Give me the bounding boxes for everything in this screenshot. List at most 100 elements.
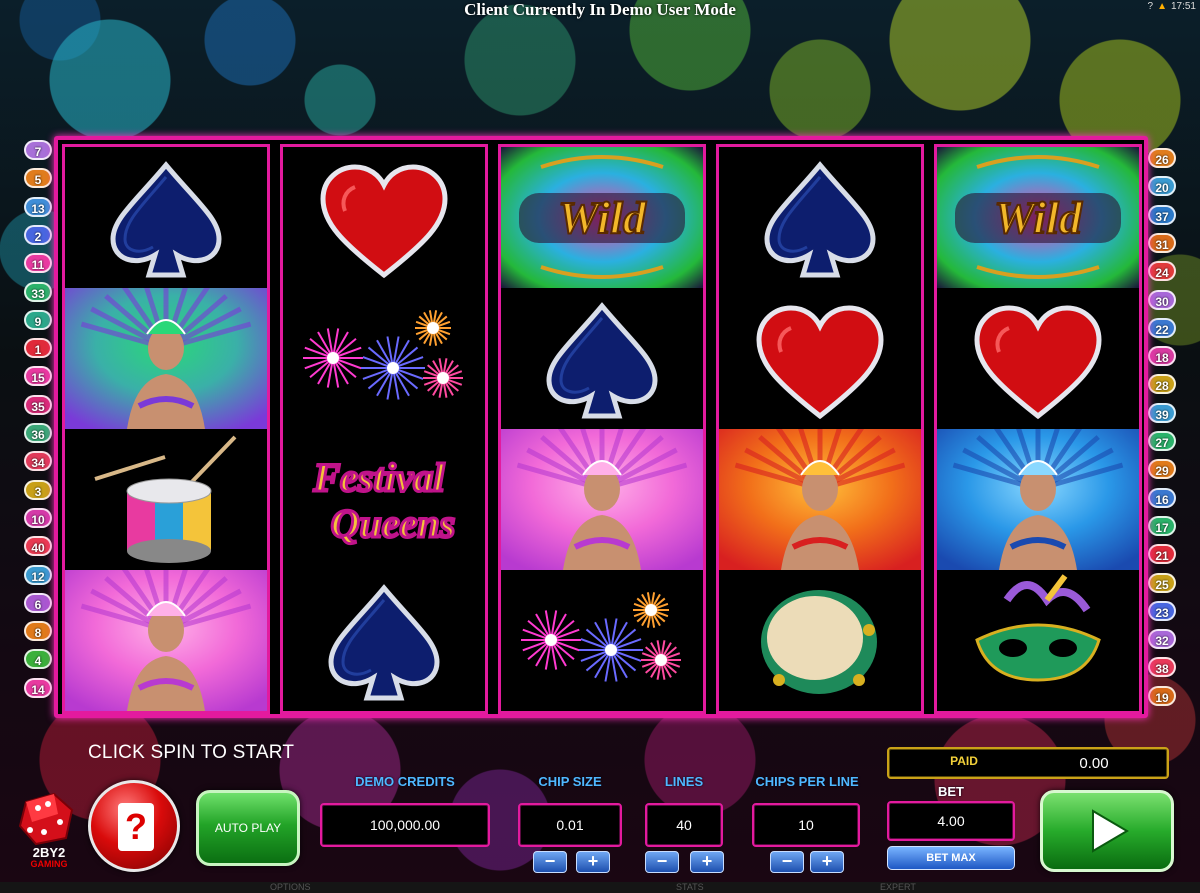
queen-blue-icon <box>937 429 1139 570</box>
payline-marker-17[interactable]: 17 <box>1148 515 1176 536</box>
chip-size-display: 0.01 <box>518 803 622 847</box>
fireworks-icon <box>283 288 485 429</box>
symbol-heart <box>719 288 921 429</box>
right-payline-column: 26 20 37 31 24 30 22 18 28 39 27 29 16 17 21 25 23 32 38 19 <box>1148 148 1178 718</box>
payline-marker-35[interactable]: 35 <box>24 394 52 415</box>
symbol-queen-orange <box>719 429 921 570</box>
payline-marker-18[interactable]: 18 <box>1148 346 1176 367</box>
bet-value: 4.00 <box>937 813 965 829</box>
symbol-queen-pink <box>65 570 267 711</box>
payline-marker-20[interactable]: 20 <box>1148 176 1176 197</box>
payline-marker-21[interactable]: 21 <box>1148 544 1176 565</box>
queen-green-icon <box>65 288 267 429</box>
symbol-queen-pink <box>501 429 703 570</box>
payline-marker-15[interactable]: 15 <box>24 366 52 387</box>
payline-marker-30[interactable]: 30 <box>1148 289 1176 310</box>
brand-logo: 2BY2 GAMING <box>14 792 84 872</box>
play-icon <box>1092 809 1129 853</box>
payline-marker-33[interactable]: 33 <box>24 281 52 302</box>
payline-marker-1[interactable]: 1 <box>24 338 52 359</box>
symbol-wild: Wild <box>501 147 703 288</box>
payline-marker-10[interactable]: 10 <box>24 507 52 528</box>
symbol-mask <box>937 570 1139 711</box>
tambourine-icon <box>719 570 921 711</box>
payline-marker-25[interactable]: 25 <box>1148 572 1176 593</box>
symbol-drum <box>65 429 267 570</box>
payline-marker-34[interactable]: 34 <box>24 451 52 472</box>
payline-marker-31[interactable]: 31 <box>1148 232 1176 253</box>
chips-per-line-display: 10 <box>752 803 860 847</box>
payline-marker-29[interactable]: 29 <box>1148 459 1176 480</box>
lines-minus-button[interactable]: − <box>645 851 679 873</box>
payline-marker-7[interactable]: 7 <box>24 140 52 160</box>
spin-button[interactable] <box>1040 790 1174 872</box>
payline-marker-26[interactable]: 26 <box>1148 148 1176 168</box>
symbol-fireworks <box>501 570 703 711</box>
queen-orange-icon <box>719 429 921 570</box>
spade-icon <box>65 147 267 288</box>
payline-marker-27[interactable]: 27 <box>1148 431 1176 451</box>
reel-5: Wild <box>934 144 1142 714</box>
fireworks-icon <box>501 570 703 711</box>
bet-max-button[interactable]: BET MAX <box>887 846 1015 870</box>
svg-text:Queens: Queens <box>331 501 455 546</box>
payline-marker-16[interactable]: 16 <box>1148 487 1176 508</box>
reel-frame[interactable]: Festival Queens Wild Wild <box>54 136 1148 718</box>
logo-subtext: GAMING <box>30 859 68 869</box>
symbol-fireworks <box>283 288 485 429</box>
spade-icon <box>501 288 703 429</box>
footer-expert[interactable]: EXPERT <box>880 882 916 892</box>
chip-size-plus-button[interactable]: + <box>576 851 610 873</box>
chip-size-value: 0.01 <box>556 817 584 833</box>
payline-marker-13[interactable]: 13 <box>24 196 52 217</box>
payline-marker-38[interactable]: 38 <box>1148 657 1176 678</box>
left-payline-column: 7 5 13 2 11 33 9 1 15 35 36 34 3 10 40 12 6 8 4 14 <box>24 140 54 720</box>
festival-logo-icon: Festival Queens <box>283 429 485 570</box>
reel-3: Wild <box>498 144 706 714</box>
payline-marker-23[interactable]: 23 <box>1148 600 1176 621</box>
payline-marker-19[interactable]: 19 <box>1148 685 1176 706</box>
payline-marker-32[interactable]: 32 <box>1148 629 1176 650</box>
payline-marker-11[interactable]: 11 <box>24 253 52 274</box>
payline-marker-9[interactable]: 9 <box>24 309 52 330</box>
help-tray-icon[interactable]: ? <box>1148 1 1154 12</box>
demo-credits-value: 100,000.00 <box>369 817 441 833</box>
payline-marker-22[interactable]: 22 <box>1148 317 1176 338</box>
payline-marker-40[interactable]: 40 <box>24 536 52 557</box>
payline-marker-6[interactable]: 6 <box>24 592 52 613</box>
chips-per-line-minus-button[interactable]: − <box>770 851 804 873</box>
autoplay-button[interactable]: AUTO PLAY <box>196 790 300 866</box>
paid-display: PAID 0.00 <box>887 747 1169 779</box>
payline-marker-28[interactable]: 28 <box>1148 374 1176 395</box>
autoplay-label: AUTO PLAY <box>214 821 282 835</box>
payline-marker-8[interactable]: 8 <box>24 621 52 642</box>
payline-marker-24[interactable]: 24 <box>1148 261 1176 282</box>
chips-per-line-plus-button[interactable]: + <box>810 851 844 873</box>
question-icon: ? <box>118 803 154 851</box>
payline-marker-3[interactable]: 3 <box>24 479 52 500</box>
payline-marker-14[interactable]: 14 <box>24 677 52 698</box>
wild-icon: Wild <box>501 147 703 288</box>
symbol-tambourine <box>719 570 921 711</box>
queen-pink-icon <box>65 570 267 711</box>
chips-per-line-value: 10 <box>798 817 814 833</box>
paid-label: PAID <box>950 754 978 768</box>
system-tray: ? ▲ 17:51 <box>1148 0 1197 12</box>
footer-stats[interactable]: STATS <box>676 882 704 892</box>
symbol-spade <box>719 147 921 288</box>
chip-size-minus-button[interactable]: − <box>533 851 567 873</box>
payline-marker-5[interactable]: 5 <box>24 168 52 189</box>
payline-marker-2[interactable]: 2 <box>24 224 52 245</box>
bet-label: BET <box>938 784 964 799</box>
footer-options[interactable]: OPTIONS <box>270 882 311 892</box>
payline-marker-36[interactable]: 36 <box>24 423 52 443</box>
lines-plus-button[interactable]: + <box>690 851 724 873</box>
payline-marker-39[interactable]: 39 <box>1148 402 1176 423</box>
footer-bar: OPTIONS STATS EXPERT <box>0 882 1200 893</box>
payline-marker-4[interactable]: 4 <box>24 649 52 670</box>
payline-marker-37[interactable]: 37 <box>1148 204 1176 225</box>
help-button[interactable]: ? <box>88 780 180 872</box>
payline-marker-12[interactable]: 12 <box>24 564 52 585</box>
spade-icon <box>283 570 485 711</box>
paid-value: 0.00 <box>1079 755 1109 772</box>
